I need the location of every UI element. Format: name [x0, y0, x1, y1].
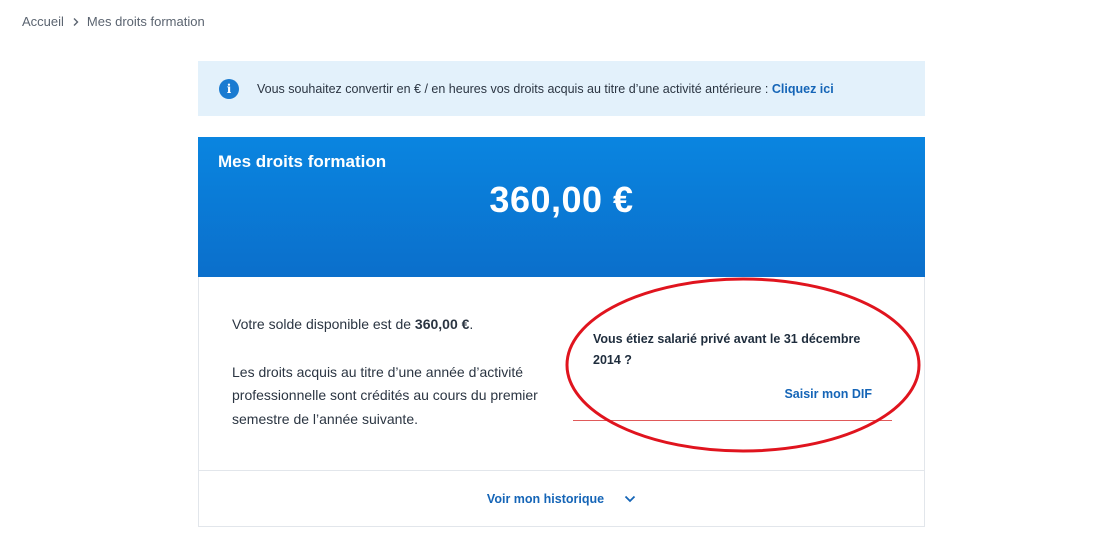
balance-suffix: . [469, 316, 474, 332]
page: Accueil Mes droits formation i Vous souh… [0, 0, 1105, 533]
saisir-dif-link[interactable]: Saisir mon DIF [784, 387, 872, 401]
card-header: Mes droits formation 360,00 € [198, 137, 925, 277]
cliquez-ici-link[interactable]: Cliquez ici [772, 82, 834, 96]
info-icon: i [219, 78, 239, 99]
balance-description: Votre solde disponible est de 360,00 €. … [232, 313, 562, 431]
history-link-label: Voir mon historique [486, 491, 605, 506]
card-title: Mes droits formation [218, 152, 387, 171]
balance-prefix: Votre solde disponible est de [232, 316, 415, 332]
droits-formation-card: Mes droits formation 360,00 € Votre sold… [198, 137, 925, 527]
balance-value: 360,00 € [414, 316, 470, 332]
breadcrumb: Accueil Mes droits formation [22, 14, 205, 29]
balance-sentence: Votre solde disponible est de 360,00 €. [232, 313, 562, 337]
breadcrumb-current: Mes droits formation [86, 14, 205, 29]
breadcrumb-home-link[interactable]: Accueil [22, 14, 64, 29]
chevron-down-icon [624, 493, 636, 505]
history-toggle-button[interactable]: Voir mon historique [199, 470, 924, 526]
chevron-right-icon [71, 17, 81, 27]
info-banner-message: Vous souhaitez convertir en € / en heure… [257, 81, 772, 96]
info-banner: i Vous souhaitez convertir en € / en heu… [198, 61, 925, 116]
dif-question: Vous étiez salarié privé avant le 31 déc… [593, 332, 861, 367]
credit-note: Les droits acquis au titre d’une année d… [232, 363, 538, 427]
balance-amount: 360,00 € [489, 179, 634, 220]
info-banner-text: Vous souhaitez convertir en € / en heure… [257, 82, 834, 96]
dif-box: Vous étiez salarié privé avant le 31 déc… [573, 311, 892, 421]
